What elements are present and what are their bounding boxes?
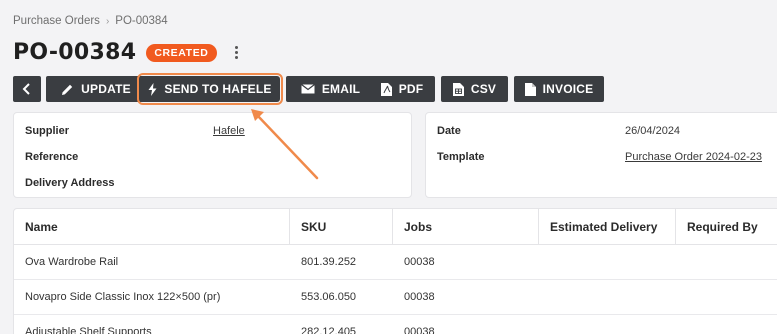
cell-required-by [676,245,687,280]
breadcrumb: Purchase Orders › PO-00384 [13,15,168,27]
table-header: Name SKU Jobs Estimated Delivery Require… [14,209,777,245]
table-row[interactable]: Adjustable Shelf Supports 282.12.405 000… [14,315,777,334]
cell-jobs: 00038 [404,291,435,303]
supplier-label: Supplier [25,125,70,137]
table-row[interactable]: Ova Wardrobe Rail 801.39.252 00038 [14,245,777,280]
cell-jobs: 00038 [404,326,435,334]
pdf-button[interactable]: PDF [369,76,435,102]
csv-label: CSV [470,82,497,96]
column-header-required-by[interactable]: Required By [676,209,777,245]
cell-sku: 553.06.050 [301,291,357,303]
cell-sku: 282.12.405 [301,326,357,334]
column-header-jobs[interactable]: Jobs [393,209,539,245]
pdf-file-icon [380,82,392,96]
page-title: PO-00384 [13,40,137,65]
cell-name: Adjustable Shelf Supports [25,326,152,334]
status-badge: CREATED [146,43,217,62]
update-button[interactable]: UPDATE [46,76,146,102]
cell-required-by [676,280,687,315]
table-row[interactable]: Novapro Side Classic Inox 122×500 (pr) 5… [14,280,777,315]
column-header-estimated-delivery[interactable]: Estimated Delivery [539,209,676,245]
pdf-label: PDF [398,82,424,96]
more-options-icon[interactable] [234,46,238,59]
cell-name: Ova Wardrobe Rail [25,256,119,268]
email-button[interactable]: EMAIL [286,76,375,102]
cell-name: Novapro Side Classic Inox 122×500 (pr) [25,291,221,303]
delivery-address-label: Delivery Address [25,177,115,189]
csv-file-icon [452,82,464,96]
cell-estimated-delivery [539,245,550,280]
back-button[interactable] [13,76,41,102]
column-header-name[interactable]: Name [14,209,290,245]
send-label: SEND TO HAFELE [164,82,272,96]
bolt-icon [148,82,157,96]
supplier-link[interactable]: Hafele [213,125,245,137]
template-label: Template [437,151,485,163]
invoice-button[interactable]: INVOICE [514,76,604,102]
envelope-icon [300,84,315,94]
line-items-table: Name SKU Jobs Estimated Delivery Require… [13,208,777,334]
breadcrumb-current: PO-00384 [115,15,168,27]
cell-jobs: 00038 [404,256,435,268]
title-row: PO-00384 CREATED [13,40,238,65]
cell-estimated-delivery [539,315,550,334]
cell-sku: 801.39.252 [301,256,357,268]
email-label: EMAIL [321,82,361,96]
date-value: 26/04/2024 [625,125,681,137]
breadcrumb-parent-link[interactable]: Purchase Orders [13,15,100,27]
column-header-sku[interactable]: SKU [290,209,393,245]
reference-label: Reference [25,151,79,163]
breadcrumb-separator: › [105,15,110,27]
cell-estimated-delivery [539,280,550,315]
date-label: Date [437,125,461,137]
pencil-icon [62,84,73,95]
template-link[interactable]: Purchase Order 2024-02-23 [625,151,762,163]
csv-button[interactable]: CSV [441,76,508,102]
supplier-details-card: Supplier Hafele Reference Delivery Addre… [13,112,412,198]
date-details-card: Date 26/04/2024 Template Purchase Order … [425,112,777,198]
cell-required-by [676,315,687,334]
update-label: UPDATE [81,82,131,96]
invoice-label: INVOICE [542,82,594,96]
chevron-left-icon [22,83,30,95]
send-to-hafele-button[interactable]: SEND TO HAFELE [137,73,283,105]
document-icon [524,82,536,96]
